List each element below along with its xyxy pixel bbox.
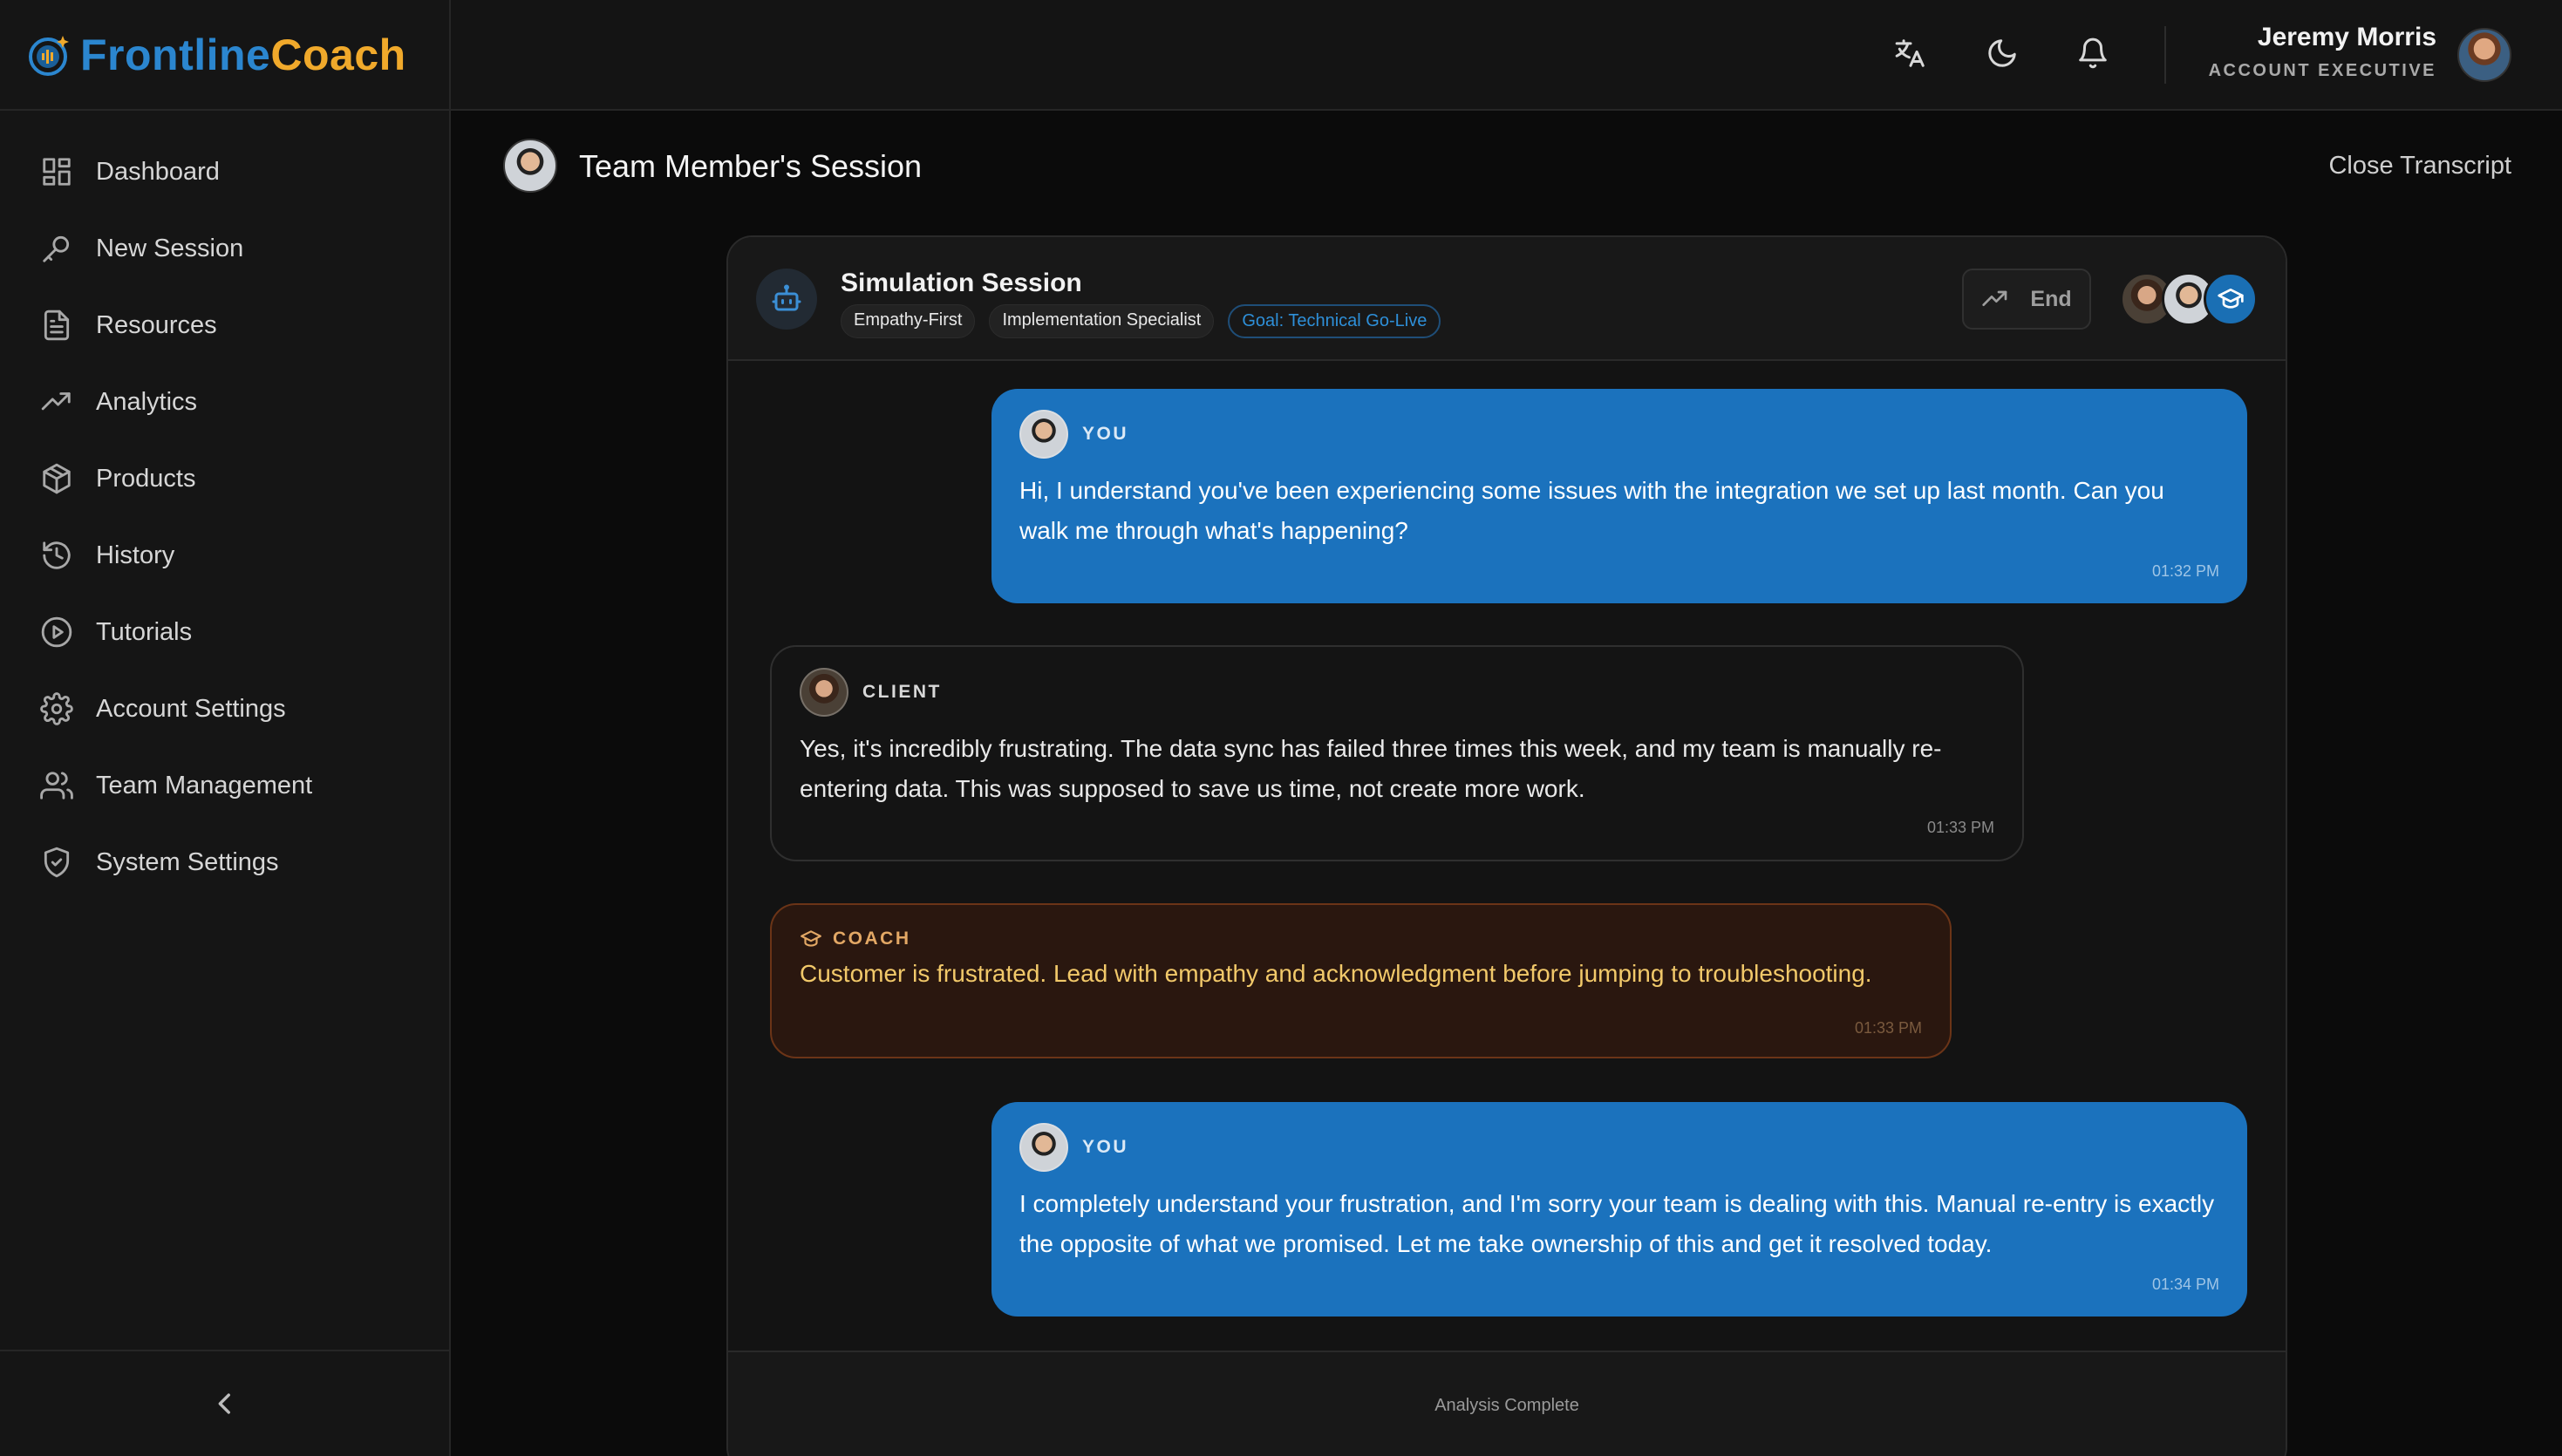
avatar[interactable]: [2457, 28, 2511, 82]
chat-message: YOU Hi, I understand you've been experie…: [991, 389, 2247, 603]
user-role: ACCOUNT EXECUTIVE: [2208, 61, 2436, 80]
graduation-cap-icon: [2218, 289, 2244, 309]
session-title: Simulation Session: [841, 269, 1082, 297]
session-header: Simulation Session Empathy-First Impleme…: [728, 237, 2286, 361]
sidebar-item-label: Account Settings: [96, 694, 286, 723]
sidebar-nav: Dashboard New Session Resources Analytic…: [0, 111, 449, 901]
package-icon: [43, 463, 71, 494]
team-member-avatar: [503, 139, 557, 193]
message-time: 01:34 PM: [2151, 1276, 2219, 1293]
analysis-status: Analysis Complete: [1434, 1396, 1579, 1415]
sidebar-item-label: Tutorials: [96, 617, 193, 646]
tag-role: Implementation Specialist: [989, 304, 1215, 338]
sidebar-item-new-session[interactable]: New Session: [0, 210, 449, 287]
translate-icon: [1895, 39, 1925, 67]
trending-up-icon: [1982, 290, 2007, 306]
moon-icon: [1988, 39, 2016, 67]
new-session-icon: [43, 235, 70, 262]
trending-up-icon: [41, 392, 71, 411]
sidebar-item-label: Dashboard: [96, 157, 220, 186]
brand-name-part2: Coach: [270, 30, 406, 79]
sidebar-item-analytics[interactable]: Analytics: [0, 364, 449, 440]
dashboard-icon: [43, 158, 71, 186]
sidebar-item-dashboard[interactable]: Dashboard: [0, 133, 449, 210]
end-button-label: End: [2030, 286, 2072, 311]
tag-goal: Goal: Technical Go-Live: [1228, 304, 1441, 338]
message-speaker: YOU: [1019, 1123, 2216, 1172]
speaker-label: CLIENT: [862, 682, 942, 702]
sidebar-item-system-settings[interactable]: System Settings: [0, 824, 449, 901]
close-transcript-button[interactable]: Close Transcript: [2328, 152, 2511, 180]
chat-message: YOU I completely understand your frustra…: [991, 1102, 2247, 1317]
theme-toggle-button[interactable]: [1986, 37, 2019, 70]
sidebar-item-label: Analytics: [96, 387, 198, 416]
topbar: Jeremy Morris ACCOUNT EXECUTIVE: [451, 0, 2562, 111]
avatar: [1019, 410, 1068, 459]
message-time: 01:33 PM: [1854, 1019, 1922, 1037]
sidebar-collapse-button[interactable]: [0, 1350, 449, 1456]
message-text: Hi, I understand you've been experiencin…: [1019, 477, 2164, 544]
brand-name-part1: Frontline: [80, 30, 271, 79]
users-icon: [40, 772, 73, 799]
message-time: 01:33 PM: [1926, 819, 1994, 836]
notifications-button[interactable]: [2076, 37, 2109, 70]
bot-badge: [756, 269, 817, 330]
chevron-left-icon: [218, 1393, 230, 1414]
brand-name: FrontlineCoach: [80, 30, 406, 80]
logo-icon: [29, 35, 69, 76]
coach-avatar: [2204, 272, 2258, 326]
page-title: Team Member's Session: [579, 148, 923, 184]
sidebar-item-team-management[interactable]: Team Management: [0, 747, 449, 824]
session-panel: Simulation Session Empathy-First Impleme…: [726, 235, 2287, 1456]
brand[interactable]: FrontlineCoach: [0, 0, 449, 111]
sidebar-item-account-settings[interactable]: Account Settings: [0, 670, 449, 747]
message-text: Customer is frustrated. Lead with empath…: [800, 960, 1872, 987]
avatar: [1019, 1123, 1068, 1172]
graduation-cap-icon: [801, 930, 821, 947]
speaker-label: YOU: [1082, 424, 1129, 444]
session-tags: Empathy-First Implementation Specialist …: [841, 304, 1441, 338]
play-circle-icon: [41, 616, 72, 648]
avatar: [800, 668, 848, 717]
translate-button[interactable]: [1894, 37, 1927, 70]
shield-check-icon: [44, 847, 70, 878]
tag-persona: Empathy-First: [841, 304, 976, 338]
coach-tip: COACH Customer is frustrated. Lead with …: [770, 903, 1952, 1058]
bot-icon: [772, 284, 801, 311]
sidebar-item-products[interactable]: Products: [0, 440, 449, 517]
message-speaker: COACH: [800, 928, 1924, 950]
message-time: 01:32 PM: [2151, 562, 2219, 580]
user-menu[interactable]: Jeremy Morris ACCOUNT EXECUTIVE: [2209, 23, 2436, 81]
speaker-label: COACH: [833, 929, 911, 949]
sidebar-item-history[interactable]: History: [0, 517, 449, 594]
document-icon: [44, 310, 70, 341]
topbar-divider: [2164, 26, 2166, 84]
sidebar-item-label: Team Management: [96, 771, 313, 799]
session-footer: Analysis Complete: [728, 1351, 2286, 1456]
end-session-button[interactable]: End: [1962, 269, 2091, 330]
user-name: Jeremy Morris: [2257, 23, 2436, 51]
message-text: I completely understand your frustration…: [1019, 1190, 2215, 1257]
sidebar-item-label: System Settings: [96, 847, 279, 876]
sidebar-item-label: History: [96, 541, 175, 569]
chat-message: CLIENT Yes, it's incredibly frustrating.…: [770, 645, 2024, 861]
message-text: Yes, it's incredibly frustrating. The da…: [800, 735, 1942, 802]
sidebar-item-label: Resources: [96, 310, 217, 339]
speaker-label: YOU: [1082, 1137, 1129, 1157]
message-speaker: CLIENT: [800, 668, 1993, 717]
sidebar-item-tutorials[interactable]: Tutorials: [0, 594, 449, 670]
sidebar-item-label: New Session: [96, 234, 244, 262]
bell-icon: [2079, 37, 2107, 69]
sidebar-item-label: Products: [96, 464, 196, 493]
message-speaker: YOU: [1019, 410, 2216, 459]
history-icon: [43, 541, 71, 569]
gear-icon: [40, 692, 73, 725]
sidebar: FrontlineCoach Dashboard New Session Res…: [0, 0, 451, 1456]
sidebar-item-resources[interactable]: Resources: [0, 287, 449, 364]
